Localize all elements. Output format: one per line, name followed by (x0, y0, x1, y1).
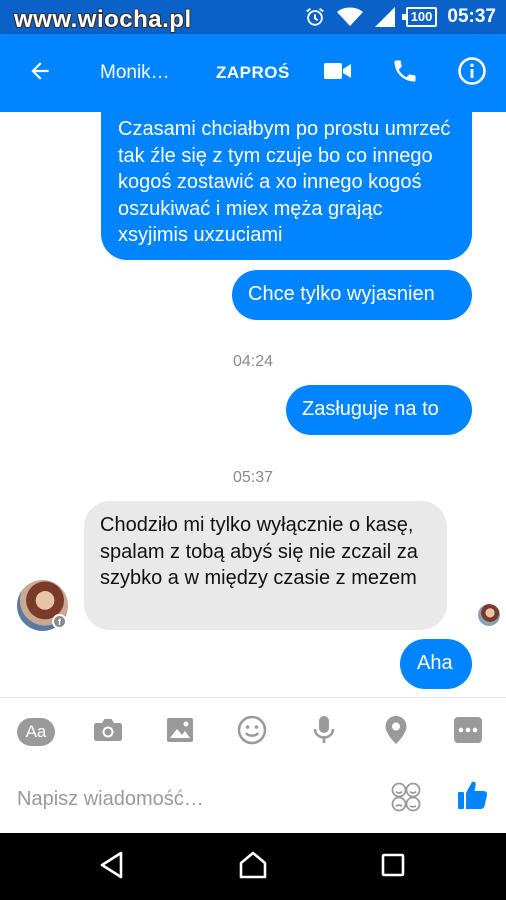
info-button[interactable] (452, 34, 492, 112)
voice-message-button[interactable] (304, 712, 344, 752)
thumbs-up-icon (456, 779, 488, 816)
signal-icon (374, 6, 396, 28)
message-outgoing[interactable]: Zasługuje na to (286, 385, 472, 435)
voice-call-button[interactable] (385, 34, 425, 112)
image-icon (166, 717, 194, 748)
back-arrow-icon (27, 58, 53, 89)
camera-icon (93, 717, 123, 748)
stickers-button[interactable] (388, 781, 424, 817)
seen-indicator-avatar (478, 604, 500, 626)
more-icon (454, 716, 482, 748)
nav-home-icon (238, 851, 268, 884)
emoji-icon (237, 715, 267, 750)
video-call-button[interactable] (318, 34, 358, 112)
message-outgoing[interactable]: Aha (400, 639, 472, 689)
nav-recents-icon (381, 853, 405, 882)
more-button[interactable] (448, 712, 488, 752)
message-list[interactable]: Czasami chciałbym po prostu umrzeć tak ź… (0, 112, 506, 697)
camera-button[interactable] (88, 712, 128, 752)
status-bar: www.wiocha.pl 100 05:37 (0, 0, 506, 34)
message-outgoing[interactable]: Chce tylko wyjasnien (232, 270, 472, 320)
nav-back-icon (99, 851, 125, 884)
contact-name[interactable]: Monik… (100, 34, 170, 112)
phone-icon (391, 57, 419, 90)
messenger-badge-icon: f (52, 614, 67, 629)
microphone-icon (312, 715, 336, 750)
system-nav-bar (0, 833, 506, 900)
message-incoming[interactable]: Chodziło mi tylko wyłącznie o kasę, spal… (84, 501, 447, 630)
stickers-icon (390, 781, 422, 818)
system-home-button[interactable] (233, 847, 273, 887)
info-icon (457, 56, 487, 91)
composer: Aa (0, 697, 506, 833)
message-outgoing[interactable]: Czasami chciałbym po prostu umrzeć tak ź… (101, 112, 472, 260)
emoji-button[interactable] (232, 712, 272, 752)
alarm-icon (304, 6, 326, 28)
gallery-button[interactable] (160, 712, 200, 752)
text-format-button[interactable]: Aa (16, 712, 56, 752)
message-timestamp: 04:24 (232, 353, 274, 370)
back-button[interactable] (20, 34, 60, 112)
like-button[interactable] (452, 777, 492, 817)
watermark: www.wiocha.pl (14, 6, 192, 33)
system-back-button[interactable] (92, 847, 132, 887)
message-timestamp: 05:37 (232, 469, 274, 486)
system-recents-button[interactable] (373, 847, 413, 887)
text-format-icon: Aa (17, 718, 55, 746)
status-clock: 05:37 (447, 6, 496, 27)
invite-button[interactable]: ZAPROŚ (216, 34, 290, 112)
status-icons: 100 05:37 (304, 5, 496, 29)
wifi-icon (336, 6, 364, 28)
location-button[interactable] (376, 712, 416, 752)
conversation-header: Monik… ZAPROŚ (0, 34, 506, 112)
battery-icon: 100 (401, 7, 438, 27)
video-camera-icon (324, 61, 352, 86)
location-icon (384, 715, 408, 750)
message-input[interactable] (17, 784, 357, 814)
